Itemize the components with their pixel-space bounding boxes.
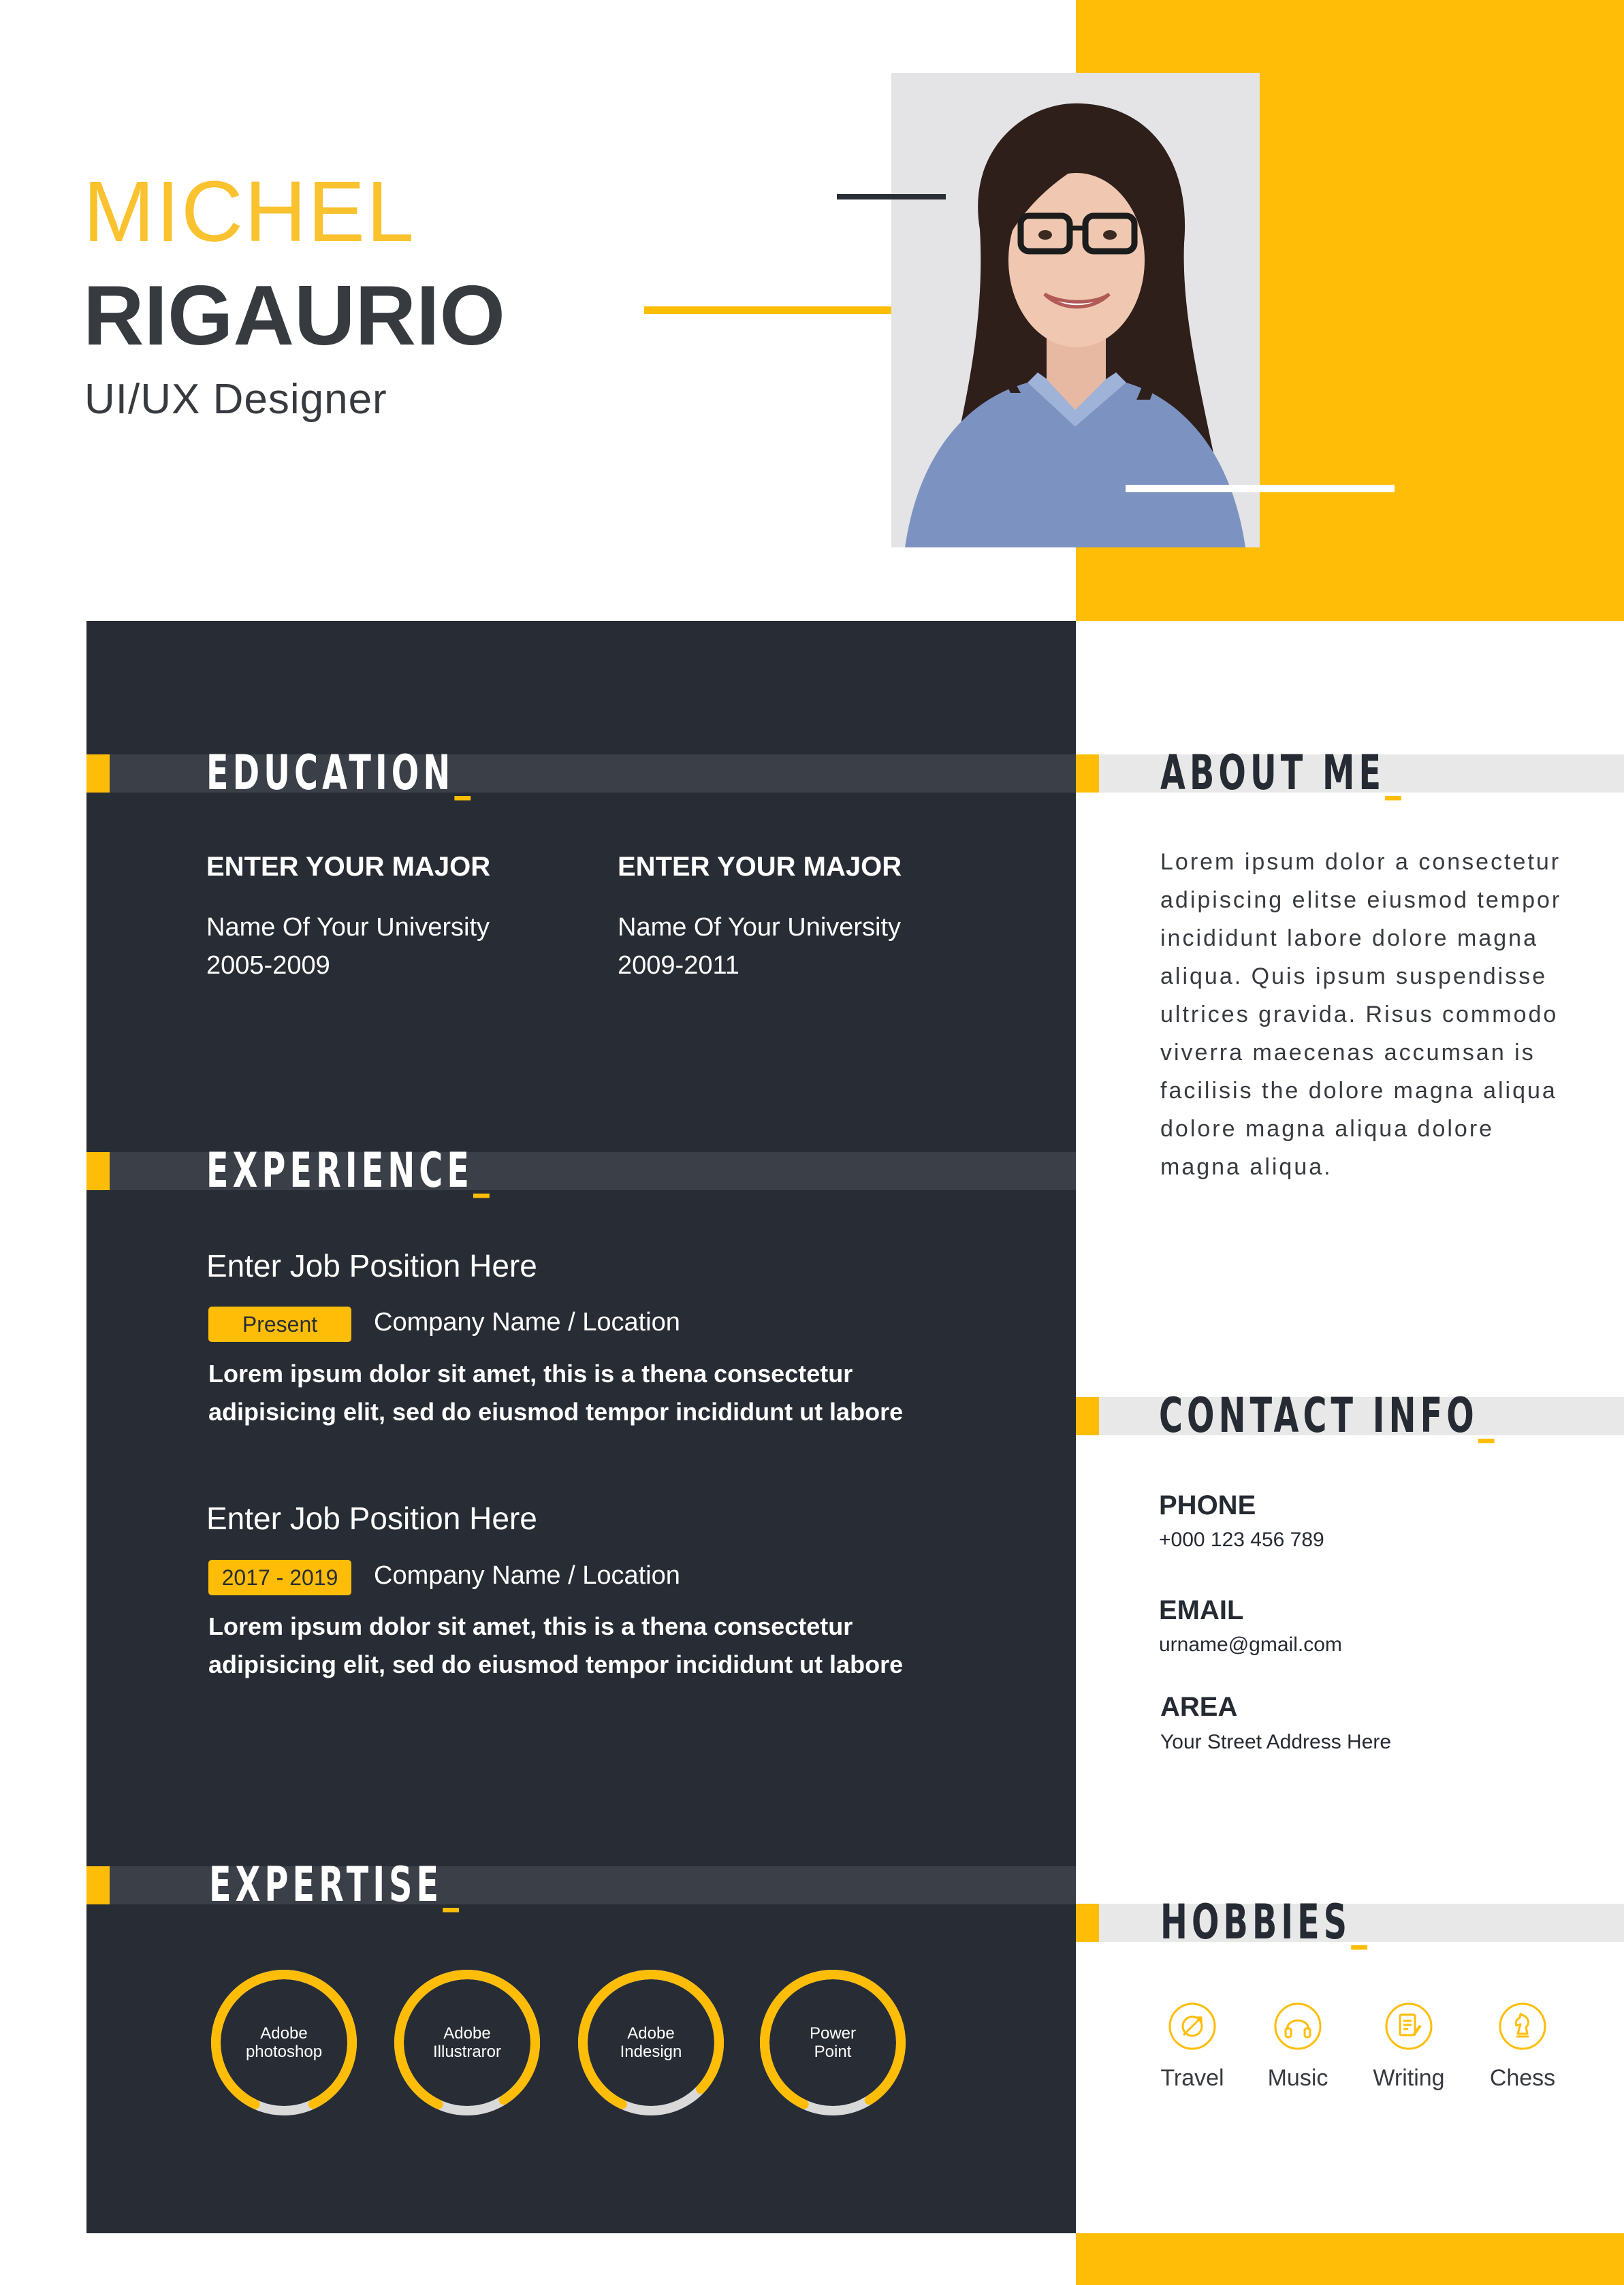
skill-ring: Adobe Indesign [576,1968,726,2118]
contact-heading: CONTACT INFO_ [1159,1388,1499,1443]
section-marker [86,754,110,793]
education-major: ENTER YOUR MAJOR [618,852,902,882]
skill-name: Power [809,2024,857,2043]
hobby-label: Writing [1373,2065,1445,2091]
section-marker [1076,754,1099,793]
job-description: Lorem ipsum dolor sit amet, this is a th… [208,1360,853,1388]
travel-icon [1168,2002,1216,2050]
hobby-chess: Chess [1475,2002,1570,2092]
job-description: Lorem ipsum dolor sit amet, this is a th… [208,1612,853,1640]
first-name: MICHEL [83,163,416,259]
experience-heading: EXPERIENCE_ [206,1142,494,1198]
decorative-line [1126,485,1395,492]
about-heading: ABOUT ME_ [1160,745,1406,801]
job-company: Company Name / Location [374,1561,680,1590]
education-major: ENTER YOUR MAJOR [206,852,491,882]
skill-ring: Power Point [758,1968,908,2118]
job-description: adipisicing elit, sed do eiusmod tempor … [208,1650,904,1678]
writing-icon [1385,2002,1433,2050]
about-text: Lorem ipsum dolor a consectetur adipisci… [1160,849,1562,1180]
section-marker [1076,1904,1099,1942]
phone-value: +000 123 456 789 [1159,1529,1324,1551]
hobby-label: Chess [1489,2065,1556,2091]
hobby-label: Music [1267,2065,1328,2091]
skill-name: Illustraror [432,2043,502,2061]
education-university: Name Of Your University [618,913,902,942]
phone-label: PHONE [1159,1490,1256,1520]
email-value: urname@gmail.com [1159,1633,1342,1656]
skill-name: photoshop [245,2043,323,2061]
skill-name: Indesign [620,2043,682,2061]
education-years: 2005-2009 [206,951,330,980]
chess-knight-icon [1499,2002,1546,2050]
area-label: AREA [1160,1692,1238,1722]
job-description: adipisicing elit, sed do eiusmod tempor … [208,1398,904,1426]
section-marker [86,1152,110,1190]
skill-ring: Adobe photoshop [209,1968,359,2118]
hobby-music: Music [1250,2002,1346,2092]
skill-name: Adobe [627,2024,675,2043]
skill-name: Adobe [443,2024,491,2043]
skill-ring: Adobe Illustraror [392,1968,542,2118]
footer-accent-block [1076,2233,1624,2285]
section-marker [1076,1397,1099,1435]
decorative-line [644,306,892,314]
education-years: 2009-2011 [618,951,739,980]
job-company: Company Name / Location [374,1308,680,1337]
area-value: Your Street Address Here [1160,1731,1392,1753]
expertise-heading: EXPERTISE_ [209,1857,464,1913]
hobby-writing: Writing [1361,2002,1456,2092]
email-label: EMAIL [1159,1595,1244,1625]
job-position: Enter Job Position Here [206,1501,537,1536]
hobby-label: Travel [1160,2065,1224,2091]
profile-photo [891,73,1260,547]
decorative-line [837,194,946,199]
education-heading: EDUCATION_ [206,745,475,801]
last-name: RIGAURIO [83,269,505,363]
skill-name: Adobe [260,2024,308,2043]
job-period-badge: Present [208,1307,351,1342]
job-period-badge: 2017 - 2019 [208,1560,351,1595]
hobby-travel: Travel [1145,2002,1240,2092]
headphones-icon [1274,2002,1322,2050]
job-position: Enter Job Position Here [206,1248,537,1283]
job-title: UI/UX Designer [84,376,387,423]
skill-name: Point [814,2043,852,2061]
section-marker [86,1866,110,1904]
education-university: Name Of Your University [206,913,490,942]
hobbies-heading: HOBBIES_ [1160,1894,1372,1950]
